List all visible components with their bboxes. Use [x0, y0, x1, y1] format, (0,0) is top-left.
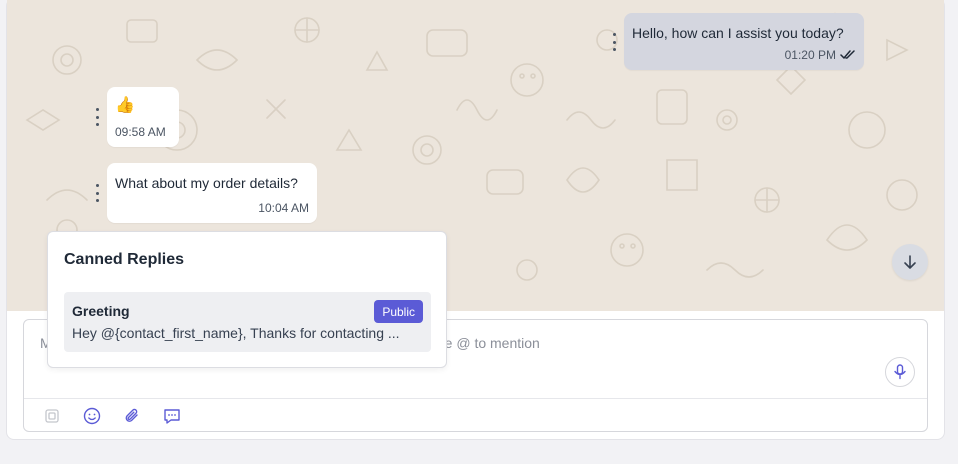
- outgoing-message: Hello, how can I assist you today? 01:20…: [624, 13, 864, 70]
- canned-replies-title: Canned Replies: [64, 251, 185, 268]
- message-menu-button[interactable]: [610, 33, 618, 51]
- message-text: What about my order details?: [115, 175, 298, 191]
- message-timestamp: 10:04 AM: [258, 201, 309, 215]
- canned-reply-name: Greeting: [72, 303, 130, 319]
- placeholder-end: e @ to mention: [444, 335, 540, 351]
- microphone-icon: [894, 364, 906, 380]
- copy-icon[interactable]: [42, 406, 62, 426]
- incoming-message: 👍 09:58 AM: [107, 87, 179, 147]
- message-time: 01:20 PM: [784, 48, 836, 62]
- canned-response-icon[interactable]: [162, 406, 182, 426]
- canned-reply-item[interactable]: Greeting Public Hey @{contact_first_name…: [64, 292, 431, 352]
- paperclip-icon[interactable]: [122, 406, 142, 426]
- microphone-button[interactable]: [885, 357, 915, 387]
- message-menu-button[interactable]: [93, 184, 101, 202]
- arrow-down-icon: [904, 255, 916, 269]
- incoming-message: What about my order details? 10:04 AM: [107, 163, 317, 223]
- emoji-icon[interactable]: [82, 406, 102, 426]
- double-check-icon: [840, 50, 855, 59]
- message-text: 👍: [115, 97, 135, 114]
- scroll-to-bottom-button[interactable]: [892, 244, 928, 280]
- message-text: Hello, how can I assist you today?: [632, 25, 844, 41]
- message-timestamp: 01:20 PM: [785, 48, 856, 62]
- message-time: 10:04 AM: [258, 201, 309, 215]
- composer-divider: [24, 398, 927, 399]
- canned-replies-popover: Canned Replies Greeting Public Hey @{con…: [47, 231, 447, 368]
- message-time: 09:58 AM: [115, 125, 166, 139]
- message-timestamp: 09:58 AM: [115, 125, 166, 139]
- visibility-badge: Public: [374, 300, 423, 323]
- message-menu-button[interactable]: [93, 108, 101, 126]
- canned-reply-snippet: Hey @{contact_first_name}, Thanks for co…: [72, 325, 400, 341]
